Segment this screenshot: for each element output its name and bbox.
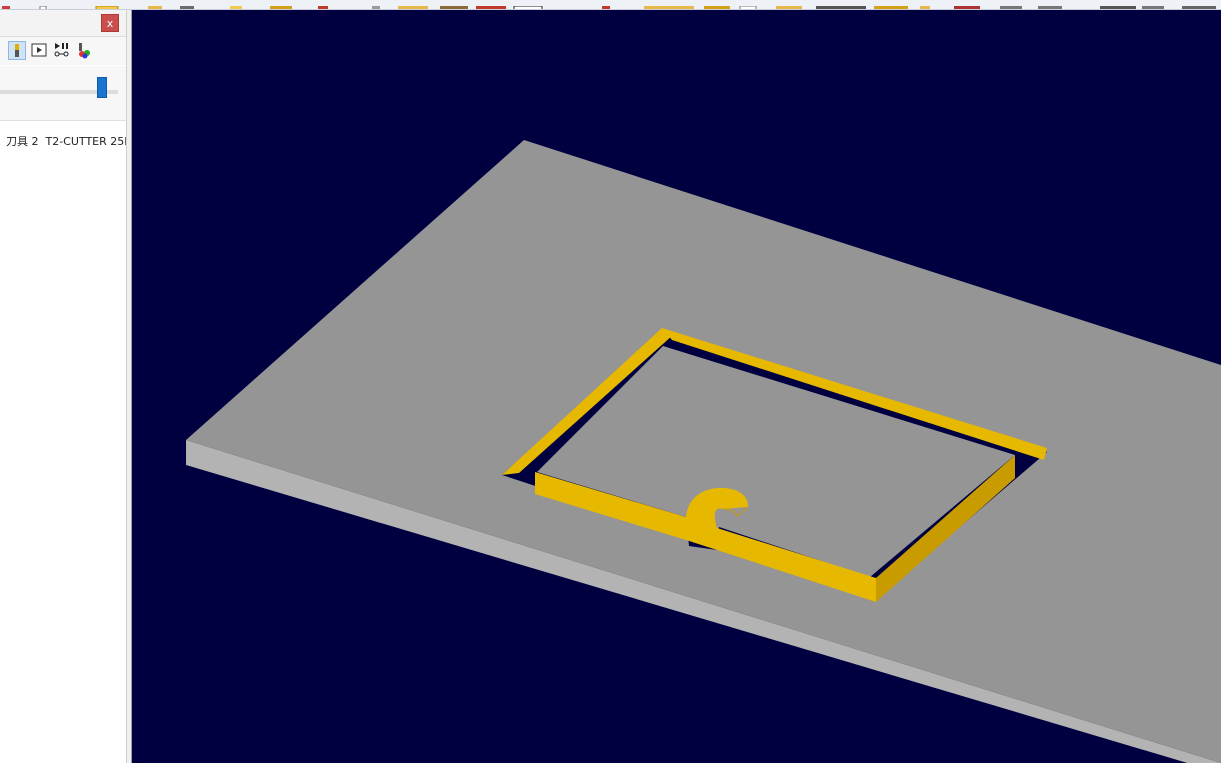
tool-mode-button[interactable]: [8, 41, 26, 60]
3d-viewport[interactable]: [132, 10, 1221, 763]
plate-top: [186, 140, 1221, 763]
tool-icon: [15, 44, 19, 57]
slider-ticks-top: [4, 74, 120, 76]
slider-ticks-bottom: [4, 101, 120, 103]
simulation-speed-slider: [0, 66, 126, 121]
panel-header: x: [0, 10, 126, 37]
tool-number: 刀具 2: [6, 135, 39, 148]
close-button[interactable]: x: [101, 14, 119, 32]
play-pause-icon: [54, 43, 69, 57]
tool-name: T2-CUTTER 25M: [45, 135, 127, 148]
current-tool-label: 刀具 2 T2-CUTTER 25M: [6, 133, 126, 149]
color-mode-button[interactable]: [76, 41, 94, 60]
color-balls-icon: [79, 43, 90, 59]
panel-mode-toolbar: [0, 37, 126, 65]
simulation-panel: x 刀具 2 T2-CUTTER 25M: [0, 10, 127, 763]
image-play-icon: [31, 43, 47, 57]
view-mode-button[interactable]: [30, 41, 48, 60]
main-toolbar: [0, 0, 1221, 10]
slider-thumb[interactable]: [97, 77, 107, 98]
playback-button[interactable]: [53, 41, 71, 60]
simulation-scene: [186, 140, 1221, 763]
